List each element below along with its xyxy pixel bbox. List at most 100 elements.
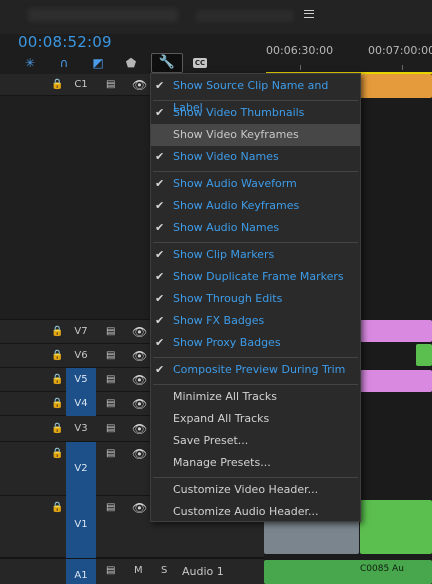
- sync-lock-icon[interactable]: ▤: [106, 398, 115, 409]
- check-icon: ✔: [155, 199, 165, 212]
- track-name[interactable]: A1: [66, 559, 96, 584]
- clip-v5[interactable]: [360, 370, 432, 392]
- track-name[interactable]: V4: [66, 392, 96, 416]
- menu-divider: [153, 242, 358, 243]
- track-name[interactable]: V1: [66, 496, 96, 558]
- menu-divider: [153, 477, 358, 478]
- menu-item-expand-all-tracks[interactable]: Expand All Tracks: [151, 408, 360, 430]
- check-icon: ✔: [155, 363, 165, 376]
- timeline-display-settings-menu: ✔ Show Source Clip Name and Label ✔ Show…: [150, 73, 361, 522]
- lock-icon[interactable]: 🔒: [51, 326, 63, 337]
- menu-item-show-through-edits[interactable]: ✔ Show Through Edits: [151, 288, 360, 310]
- top-bar: [0, 0, 432, 34]
- menu-item-show-duplicate-frame-markers[interactable]: ✔ Show Duplicate Frame Markers: [151, 266, 360, 288]
- blurred-sequence-tab: [28, 8, 178, 22]
- eye-icon[interactable]: 👁: [132, 78, 147, 92]
- check-icon: ✔: [155, 270, 165, 283]
- mute-button[interactable]: M: [134, 565, 143, 576]
- ruler-tick: [300, 65, 301, 70]
- menu-item-save-preset[interactable]: Save Preset...: [151, 430, 360, 452]
- wrench-icon[interactable]: 🔧: [151, 53, 183, 73]
- check-icon: ✔: [155, 248, 165, 261]
- track-name[interactable]: V5: [66, 368, 96, 392]
- check-icon: ✔: [155, 221, 165, 234]
- sync-lock-icon[interactable]: ▤: [106, 350, 115, 361]
- menu-item-customize-video-header[interactable]: Customize Video Header...: [151, 479, 360, 501]
- menu-divider: [153, 171, 358, 172]
- clip-v7[interactable]: [360, 320, 432, 342]
- solo-button[interactable]: S: [161, 565, 167, 576]
- eye-icon[interactable]: 👁: [132, 397, 147, 411]
- clip-v1-thumbnail[interactable]: [264, 520, 359, 554]
- menu-item-composite-preview-during-trim[interactable]: ✔ Composite Preview During Trim: [151, 359, 360, 381]
- check-icon: ✔: [155, 106, 165, 119]
- clip-v6[interactable]: [416, 344, 432, 366]
- menu-item-show-audio-waveform[interactable]: ✔ Show Audio Waveform: [151, 173, 360, 195]
- menu-item-show-audio-keyframes[interactable]: ✔ Show Audio Keyframes: [151, 195, 360, 217]
- clip-v1[interactable]: [360, 500, 432, 554]
- menu-item-minimize-all-tracks[interactable]: Minimize All Tracks: [151, 386, 360, 408]
- eye-icon[interactable]: 👁: [132, 422, 147, 436]
- menu-item-customize-audio-header[interactable]: Customize Audio Header...: [151, 501, 360, 523]
- menu-divider: [153, 384, 358, 385]
- sync-lock-icon[interactable]: ▤: [106, 374, 115, 385]
- check-icon: ✔: [155, 150, 165, 163]
- menu-item-show-video-names[interactable]: ✔ Show Video Names: [151, 146, 360, 168]
- track-name: C1: [74, 79, 88, 90]
- menu-item-show-proxy-badges[interactable]: ✔ Show Proxy Badges: [151, 332, 360, 354]
- caption-clip[interactable]: [352, 74, 432, 98]
- sync-lock-icon[interactable]: ▤: [106, 423, 115, 434]
- menu-item-show-video-keyframes[interactable]: Show Video Keyframes: [151, 124, 360, 146]
- menu-divider: [153, 100, 358, 101]
- lock-icon[interactable]: 🔒: [51, 350, 63, 361]
- time-ruler[interactable]: 00:06:30:00 00:07:00:00: [264, 34, 432, 74]
- lock-icon[interactable]: 🔒: [51, 79, 63, 90]
- check-icon: ✔: [155, 336, 165, 349]
- menu-divider: [153, 357, 358, 358]
- eye-icon[interactable]: 👁: [132, 501, 147, 515]
- menu-item-show-source-clip-name[interactable]: ✔ Show Source Clip Name and Label: [151, 75, 360, 114]
- lock-icon[interactable]: 🔒: [51, 374, 63, 385]
- lock-icon[interactable]: 🔒: [51, 502, 63, 513]
- panel-menu-icon[interactable]: [304, 10, 314, 18]
- menu-item-show-audio-names[interactable]: ✔ Show Audio Names: [151, 217, 360, 239]
- snap-icon[interactable]: ✳: [22, 55, 38, 71]
- playhead-timecode[interactable]: 00:08:52:09: [18, 33, 112, 51]
- blurred-sequence-tab-2: [196, 10, 294, 22]
- marker-icon[interactable]: ⬟: [124, 55, 138, 71]
- lock-icon[interactable]: 🔒: [51, 423, 63, 434]
- eye-icon[interactable]: 👁: [132, 325, 147, 339]
- check-icon: ✔: [155, 314, 165, 327]
- lock-icon[interactable]: 🔒: [51, 398, 63, 409]
- track-header-a1[interactable]: A1 ▤ M S Audio 1: [0, 558, 264, 584]
- menu-item-show-clip-markers[interactable]: ✔ Show Clip Markers: [151, 244, 360, 266]
- sync-lock-icon[interactable]: ▤: [106, 326, 115, 337]
- check-icon: ✔: [155, 79, 165, 92]
- audio-clip[interactable]: C0085 Au: [264, 560, 432, 584]
- audio-track-label: Audio 1: [182, 565, 224, 578]
- eye-icon[interactable]: 👁: [132, 349, 147, 363]
- ruler-tick: [402, 65, 403, 70]
- sync-lock-icon[interactable]: ▤: [106, 448, 115, 459]
- captions-icon[interactable]: CC: [193, 58, 207, 68]
- menu-item-show-fx-badges[interactable]: ✔ Show FX Badges: [151, 310, 360, 332]
- menu-item-manage-presets[interactable]: Manage Presets...: [151, 452, 360, 474]
- linked-selection-icon[interactable]: ◩: [90, 55, 106, 71]
- track-name: V6: [74, 350, 88, 361]
- sync-lock-icon[interactable]: ▤: [106, 565, 115, 576]
- audio-clip-label: C0085 Au: [360, 564, 404, 574]
- magnet-icon[interactable]: ∩: [56, 55, 72, 71]
- lock-icon[interactable]: 🔒: [51, 448, 63, 459]
- check-icon: ✔: [155, 292, 165, 305]
- track-name[interactable]: V2: [66, 442, 96, 496]
- check-icon: ✔: [155, 177, 165, 190]
- eye-icon[interactable]: 👁: [132, 373, 147, 387]
- track-name: V3: [74, 423, 88, 434]
- eye-icon[interactable]: 👁: [132, 447, 147, 461]
- ruler-label: 00:06:30:00: [266, 44, 334, 57]
- menu-item-show-video-thumbnails[interactable]: ✔ Show Video Thumbnails: [151, 102, 360, 124]
- ruler-label: 00:07:00:00: [368, 44, 432, 57]
- track-name: V7: [74, 326, 88, 337]
- sync-lock-icon[interactable]: ▤: [106, 502, 115, 513]
- sync-lock-icon[interactable]: ▤: [106, 79, 115, 90]
